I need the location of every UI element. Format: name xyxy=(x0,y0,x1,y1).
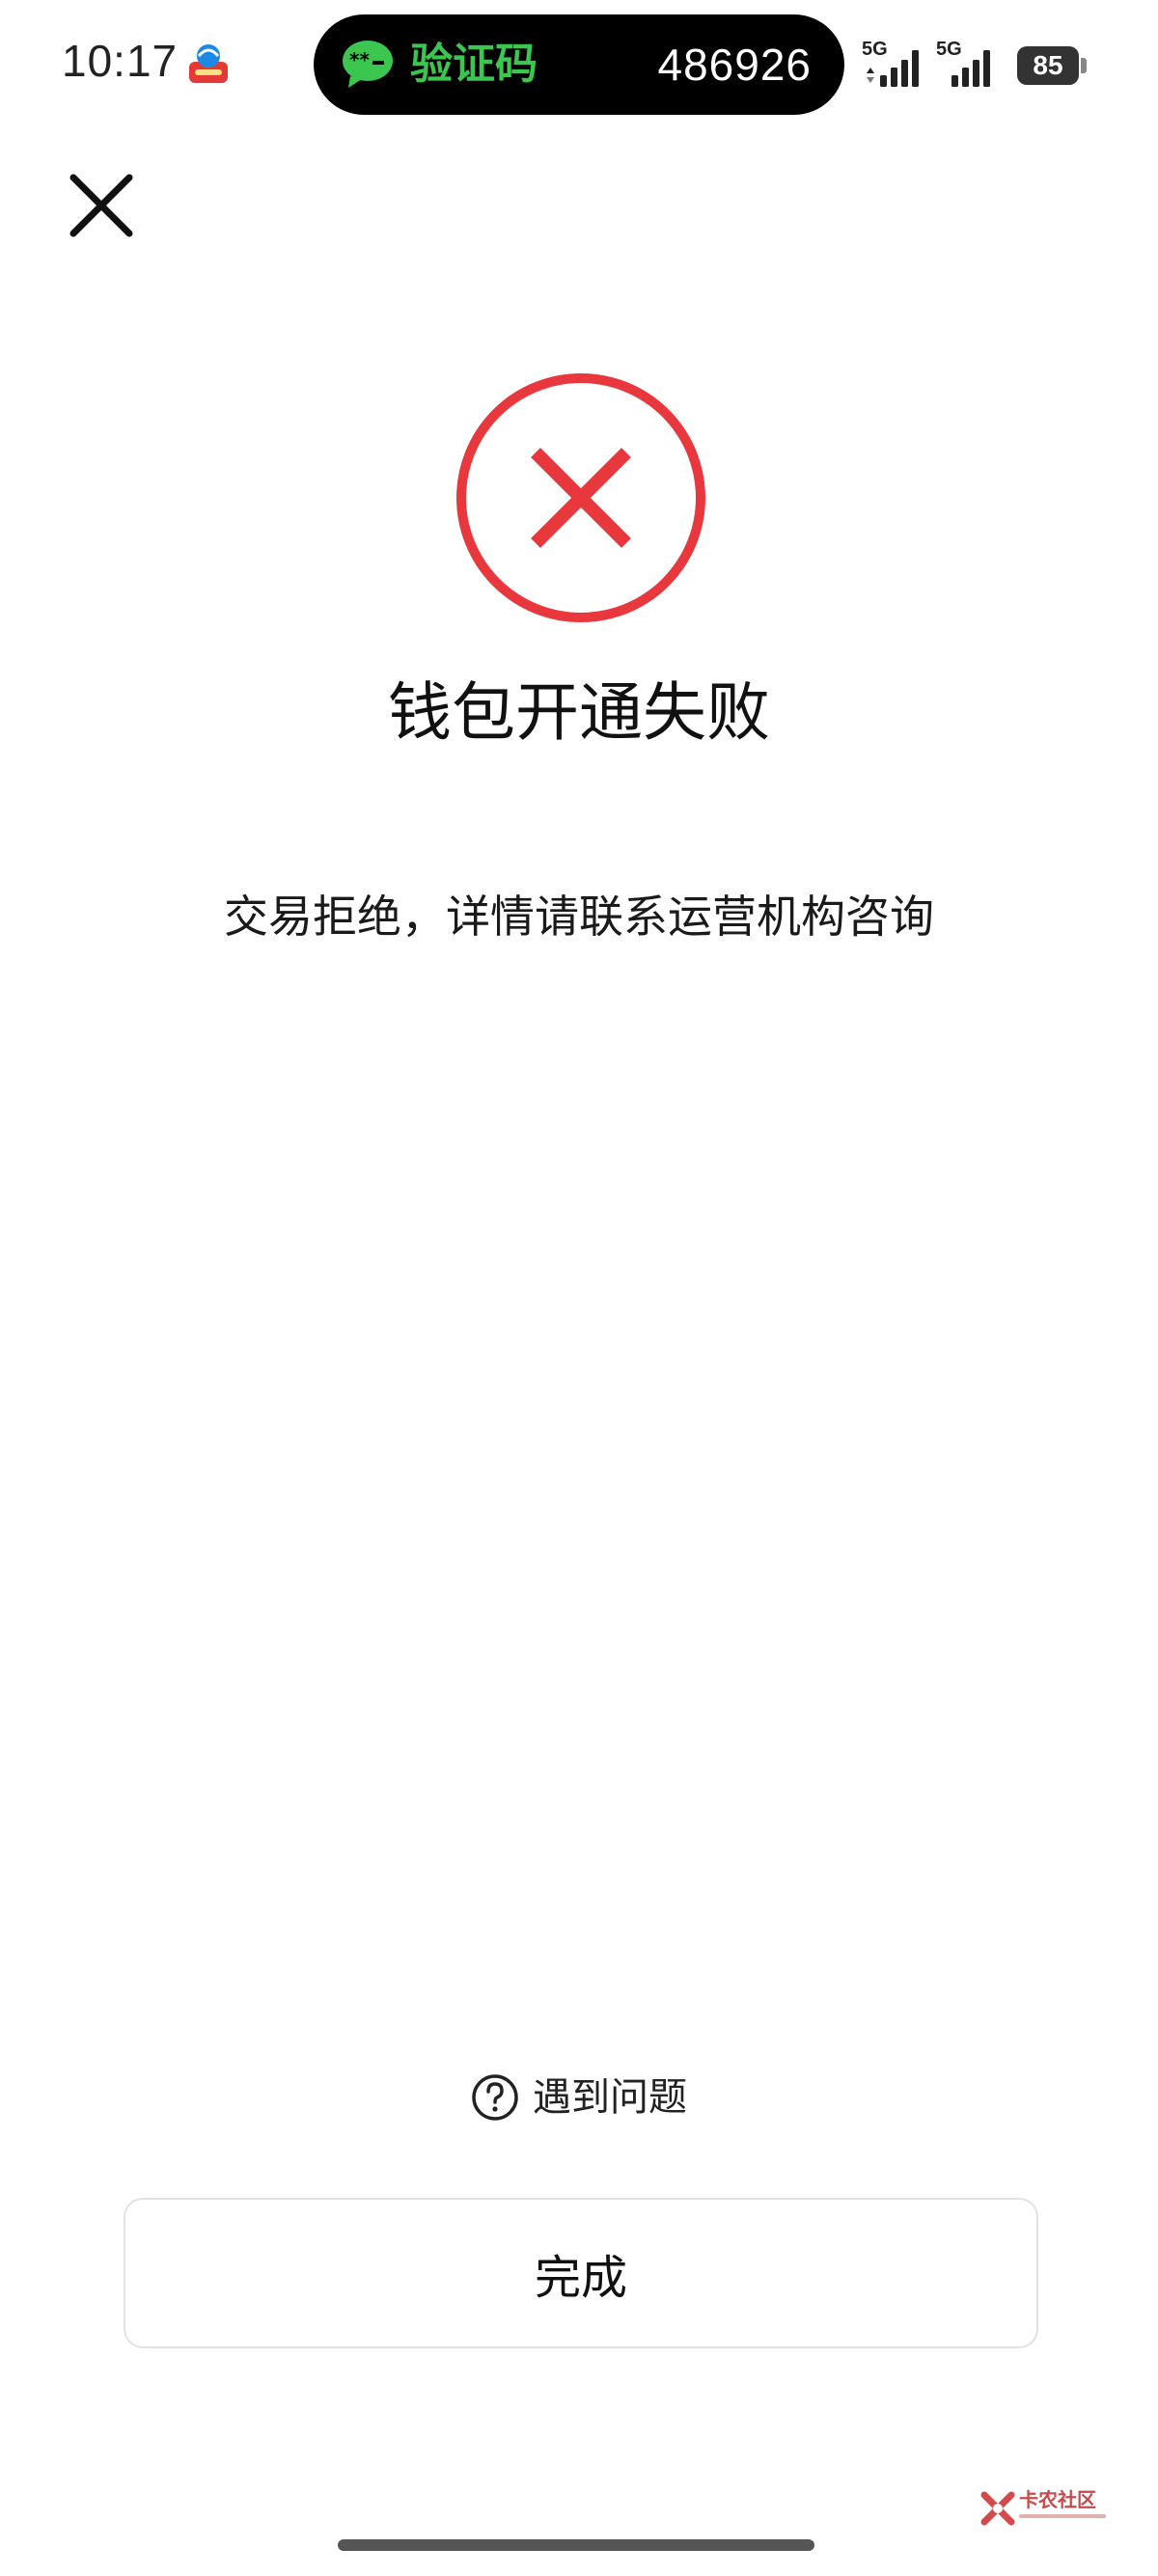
signal-5g-sim1: 5G xyxy=(862,39,931,89)
china-mobile-icon xyxy=(189,44,228,83)
battery-level: 85 xyxy=(1033,50,1063,80)
signal-bars-icon xyxy=(951,50,990,87)
verification-code: 486926 xyxy=(657,40,812,90)
help-label: 遇到问题 xyxy=(533,2075,687,2120)
done-button[interactable]: 完成 xyxy=(124,2198,1038,2348)
community-watermark: 卡农社区 xyxy=(980,2487,1106,2530)
home-indicator[interactable] xyxy=(338,2539,814,2551)
watermark-logo-icon xyxy=(980,2491,1015,2526)
done-button-label: 完成 xyxy=(534,2251,627,2305)
watermark-subtitle-line xyxy=(1019,2514,1106,2518)
battery-cap xyxy=(1081,58,1087,73)
error-x-circle-icon xyxy=(456,373,705,622)
close-button[interactable] xyxy=(68,172,135,239)
close-icon xyxy=(69,174,133,237)
battery-icon: 85 xyxy=(1017,46,1079,85)
signal-bars-icon xyxy=(867,50,919,87)
question-circle-icon xyxy=(472,2074,518,2121)
result-message: 交易拒绝，详情请联系运营机构咨询 xyxy=(224,891,934,943)
wechat-icon: ** xyxy=(343,41,393,88)
svg-text:**: ** xyxy=(349,48,370,71)
signal-5g-sim2: 5G xyxy=(936,39,1006,89)
notification-title: 验证码 xyxy=(410,40,538,89)
watermark-label: 卡农社区 xyxy=(1019,2488,1096,2511)
help-link[interactable]: 遇到问题 xyxy=(0,2069,1158,2126)
status-time: 10:17 xyxy=(62,36,179,86)
notification-pill[interactable]: ** 验证码 486926 xyxy=(314,14,844,115)
result-title: 钱包开通失败 xyxy=(388,675,770,750)
